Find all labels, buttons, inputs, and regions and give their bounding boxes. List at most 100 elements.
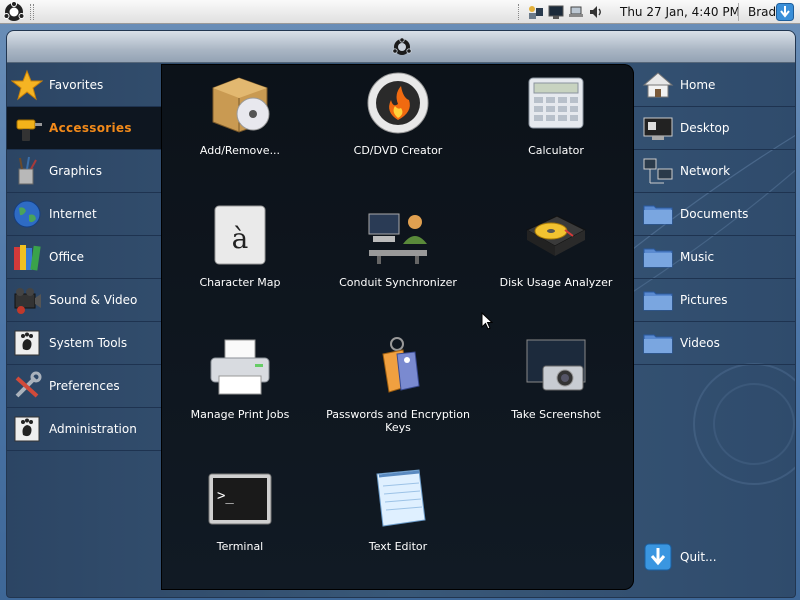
system-tray [518,1,608,23]
places-list: Home Desktop Network Documents Music Pic… [634,64,795,365]
category-graphics[interactable]: Graphics [7,150,161,193]
category-sound-video[interactable]: Sound & Video [7,279,161,322]
folder-icon [643,291,673,311]
panel-separator [738,3,739,21]
place-music[interactable]: Music [634,236,795,279]
place-desktop[interactable]: Desktop [634,107,795,150]
keys-icon [382,337,420,393]
top-panel: Thu 27 Jan, 4:40 PM Brad [0,0,800,24]
app-label: Text Editor [368,540,428,553]
tray-grip[interactable] [518,4,522,20]
gnome-foot-icon [14,330,40,356]
volume-icon[interactable] [588,4,604,20]
ubuntu-logo-icon [392,37,412,55]
place-label: Desktop [680,121,730,135]
hard-disk-icon [525,215,587,256]
quit-button[interactable]: Quit... [634,539,795,575]
folder-icon [643,205,673,225]
place-label: Documents [680,207,749,221]
network-monitor-icon[interactable] [548,4,564,20]
folder-icon [643,248,673,268]
globe-icon [13,200,41,228]
burner-flame-icon [367,72,429,134]
camera-icon [526,339,586,391]
category-administration[interactable]: Administration [7,408,161,451]
app-terminal[interactable]: >_ Terminal [161,464,319,553]
place-label: Home [680,78,716,92]
desktop-icon [643,117,673,140]
app-take-screenshot[interactable]: Take Screenshot [477,332,635,421]
category-list: Favorites Accessories Graphics Internet … [7,64,161,451]
place-label: Videos [680,336,720,350]
app-manage-print-jobs[interactable]: Manage Print Jobs [161,332,319,421]
app-calculator[interactable]: Calculator [477,68,635,157]
app-add-remove[interactable]: Add/Remove... [161,68,319,157]
place-pictures[interactable]: Pictures [634,279,795,322]
svg-text:>_: >_ [217,488,234,504]
place-videos[interactable]: Videos [634,322,795,365]
place-documents[interactable]: Documents [634,193,795,236]
category-accessories[interactable]: Accessories [7,107,161,150]
app-label: Conduit Synchronizer [339,276,457,289]
app-label: CD/DVD Creator [353,144,443,157]
app-label: Terminal [216,540,264,553]
shutdown-icon[interactable] [776,3,794,21]
category-label: Office [49,250,85,264]
app-disk-usage-analyzer[interactable]: Disk Usage Analyzer [477,200,635,289]
place-home[interactable]: Home [634,64,795,107]
wrench-icon [15,371,42,398]
place-network[interactable]: Network [634,150,795,193]
app-text-editor[interactable]: Text Editor [319,464,477,553]
panel-grip[interactable] [30,4,34,20]
applications-grid: Add/Remove... CD/DVD Creator Calculator … [161,64,634,590]
app-label: Add/Remove... [199,144,281,157]
place-label: Pictures [680,293,728,307]
applications-menu: Favorites Accessories Graphics Internet … [6,30,796,598]
film-icon [14,288,41,314]
category-office[interactable]: Office [7,236,161,279]
category-favorites[interactable]: Favorites [7,64,161,107]
category-label: Favorites [49,78,104,92]
shutdown-arrow-icon [644,543,672,571]
folder-icon [643,334,673,354]
package-cd-icon [212,77,270,133]
place-label: Network [680,164,731,178]
place-label: Music [680,250,715,264]
quit-label: Quit... [680,550,717,564]
category-preferences[interactable]: Preferences [7,365,161,408]
user-name[interactable]: Brad [748,5,776,19]
app-label: Calculator [528,144,584,157]
star-icon [11,69,43,101]
app-conduit-synchronizer[interactable]: Conduit Synchronizer [319,200,477,289]
character-map-icon: à [214,205,266,265]
app-character-map[interactable]: à Character Map [161,200,319,289]
update-manager-icon[interactable] [528,4,544,20]
category-internet[interactable]: Internet [7,193,161,236]
app-cd-dvd-creator[interactable]: CD/DVD Creator [319,68,477,157]
category-system-tools[interactable]: System Tools [7,322,161,365]
app-label: Take Screenshot [511,408,601,421]
terminal-icon: >_ [208,473,272,525]
home-icon [642,72,674,98]
mouse-cursor-icon [481,312,493,330]
clock[interactable]: Thu 27 Jan, 4:40 PM [620,5,740,19]
gnome-foot-icon [14,416,40,442]
category-label: Graphics [49,164,102,178]
category-label: System Tools [49,336,128,350]
category-label: Accessories [49,121,132,135]
svg-text:à: à [232,222,249,255]
laptop-battery-icon[interactable] [568,4,584,20]
ubuntu-logo-icon[interactable] [2,1,26,23]
category-label: Administration [49,422,137,436]
brushes-icon [18,156,37,185]
category-label: Sound & Video [49,293,138,307]
books-icon [14,245,41,271]
network-icon [643,158,673,184]
app-label: Passwords and Encryption Keys [326,408,470,434]
sync-computer-icon [368,213,427,264]
app-passwords-and-encryption-keys[interactable]: Passwords and Encryption Keys [319,332,477,434]
app-label: Character Map [199,276,281,289]
printer-icon [210,339,270,395]
category-label: Preferences [49,379,120,393]
app-label: Manage Print Jobs [190,408,290,421]
